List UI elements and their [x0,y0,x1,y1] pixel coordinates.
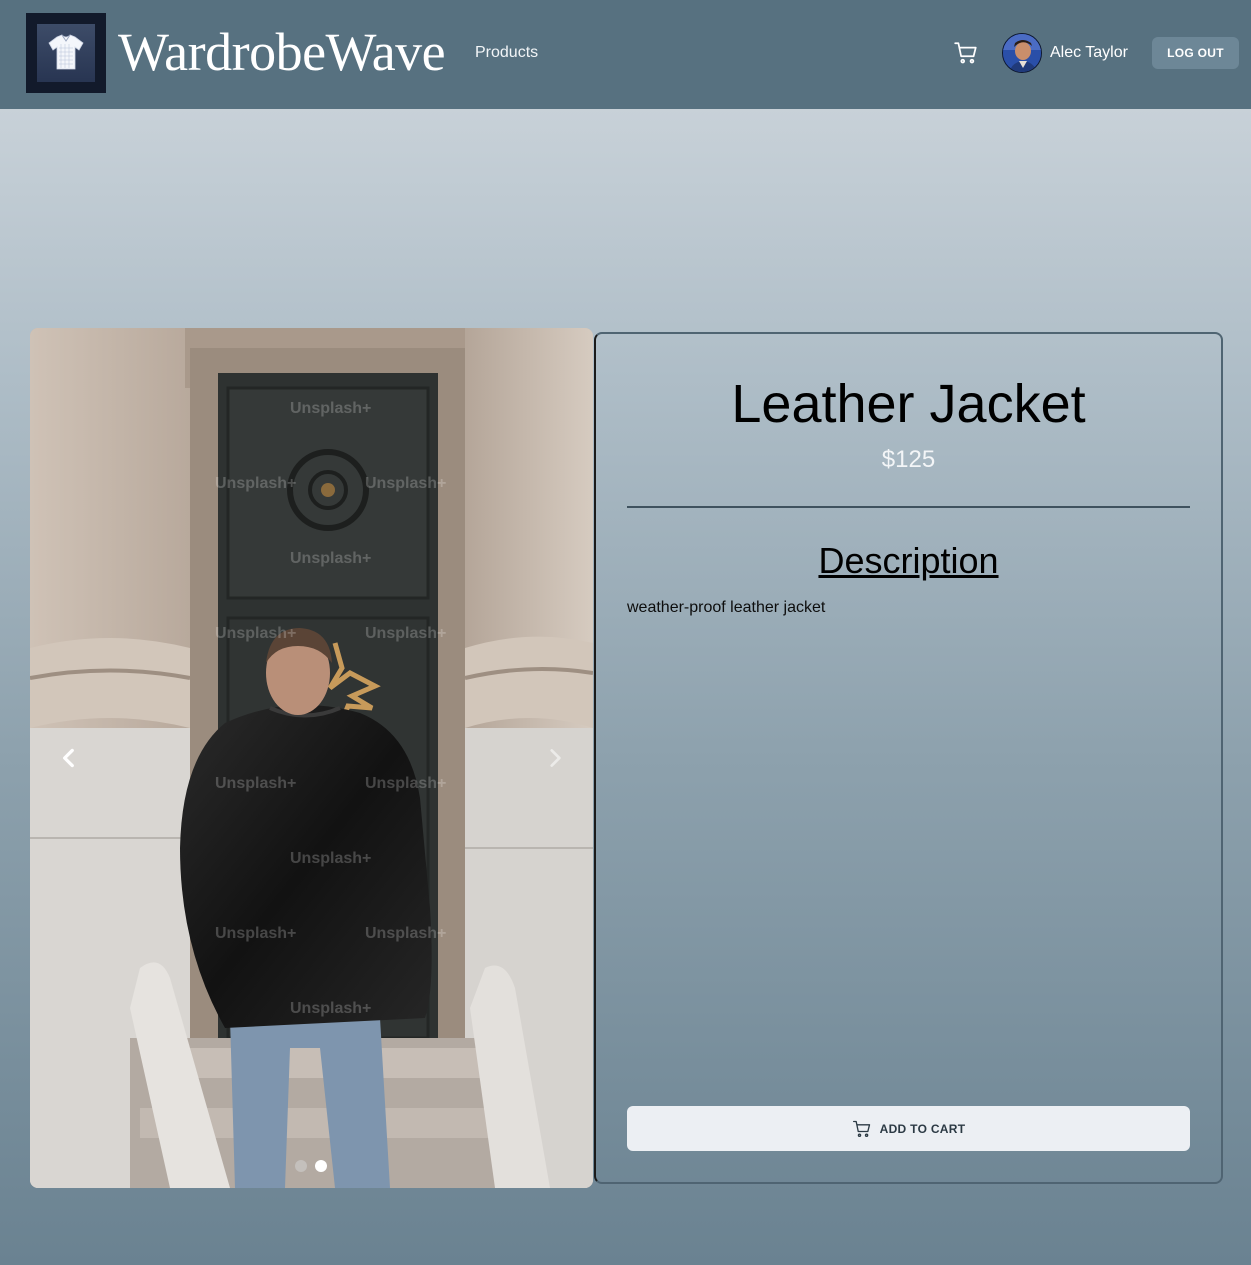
product-description: weather-proof leather jacket [627,599,826,616]
product-title: Leather Jacket [731,374,1086,434]
watermark-text: Unsplash+ [215,475,296,492]
logout-button[interactable]: LOG OUT [1152,37,1239,69]
watermark-text: Unsplash+ [290,400,371,417]
product-photo: Unsplash+ Unsplash+ Unsplash+ Unsplash+ … [30,328,593,1188]
product-price: $125 [881,446,936,473]
logo-background [37,24,95,82]
watermark-text: Unsplash+ [365,625,446,642]
watermark-text: Unsplash+ [365,775,446,792]
watermark-text: Unsplash+ [290,1000,371,1017]
chevron-left-icon[interactable] [56,745,82,771]
watermark-text: Unsplash+ [290,850,371,867]
watermark-text: Unsplash+ [215,625,296,642]
watermark-text: Unsplash+ [365,925,446,942]
top-nav-bar: WardrobeWave Products Alec Taylor LOG OU… [0,0,1251,109]
carousel-indicators [295,1160,327,1172]
watermark-text: Unsplash+ [365,475,446,492]
add-to-cart-button[interactable]: ADD TO CART [627,1106,1190,1151]
watermark-text: Unsplash+ [215,775,296,792]
product-image-carousel[interactable]: Unsplash+ Unsplash+ Unsplash+ Unsplash+ … [30,328,593,1188]
avatar-image [1003,34,1041,72]
shopping-cart-icon[interactable] [953,40,979,66]
user-name[interactable]: Alec Taylor [1050,43,1128,63]
user-avatar[interactable] [1002,33,1042,73]
divider [627,506,1190,508]
nav-products-link[interactable]: Products [475,43,538,63]
carousel-dot-2[interactable] [315,1160,327,1172]
description-heading: Description [818,540,999,581]
product-detail-card: Leather Jacket $125 Description weather-… [594,332,1223,1184]
watermark-text: Unsplash+ [215,925,296,942]
add-to-cart-label: ADD TO CART [879,1121,966,1136]
watermark-text: Unsplash+ [290,550,371,567]
carousel-dot-1[interactable] [295,1160,307,1172]
shopping-cart-icon [852,1120,870,1137]
logo[interactable] [26,13,106,93]
chevron-right-icon[interactable] [542,745,568,771]
brand-name[interactable]: WardrobeWave [118,22,446,82]
shirt-icon [48,34,84,70]
